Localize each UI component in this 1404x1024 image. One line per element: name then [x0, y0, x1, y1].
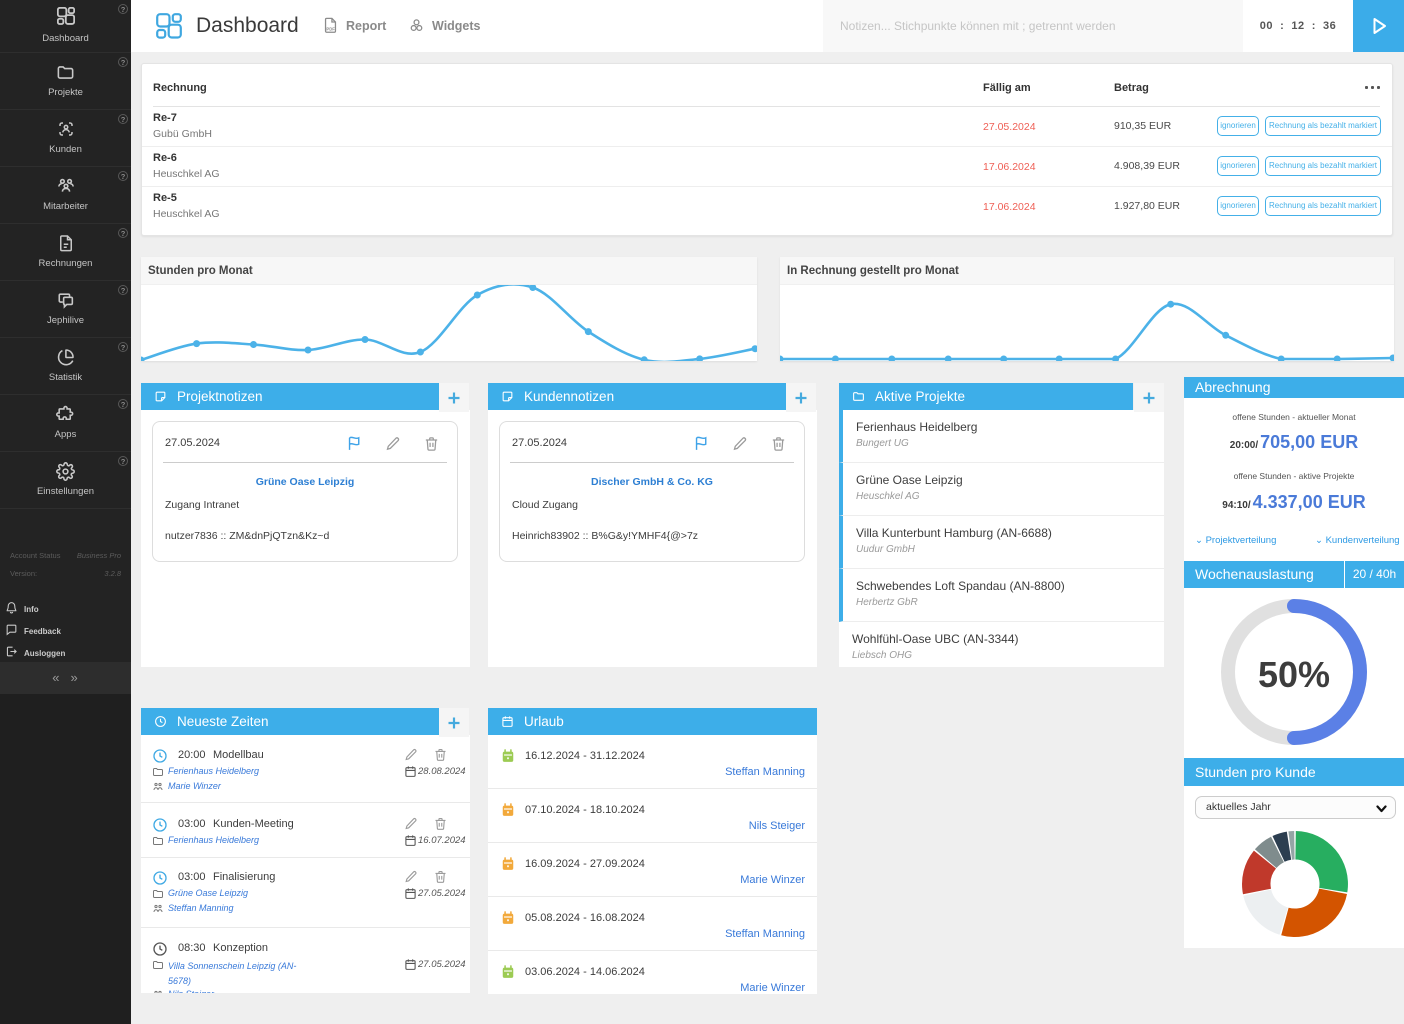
- svg-text:PDF: PDF: [326, 26, 335, 31]
- svg-text:50%: 50%: [1258, 654, 1330, 695]
